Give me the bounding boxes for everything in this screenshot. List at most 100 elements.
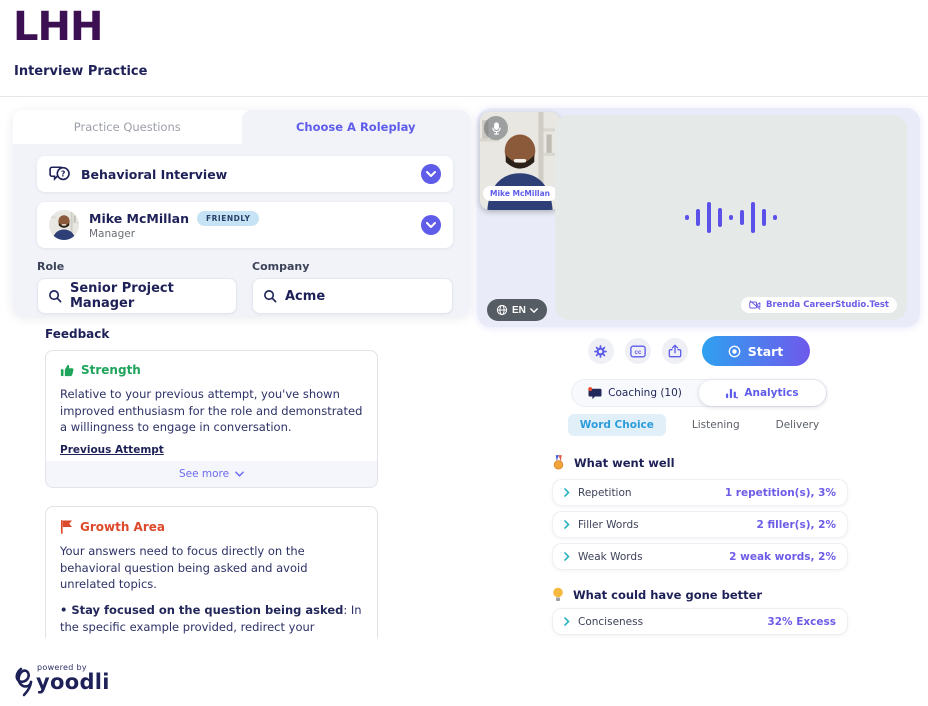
globe-icon	[496, 304, 508, 316]
scenario-expand-button[interactable]	[421, 164, 441, 184]
lightbulb-icon	[552, 587, 564, 602]
chevron-down-icon	[235, 471, 244, 477]
session-watermark: Brenda CareerStudio.Test	[741, 297, 897, 313]
tab-choose-roleplay[interactable]: Choose A Roleplay	[242, 110, 471, 144]
gone-better-label: What could have gone better	[573, 588, 762, 602]
search-icon	[263, 289, 277, 303]
persona-card[interactable]: Mike McMillan FRIENDLY Manager	[37, 202, 453, 248]
metric-value: 1 repetition(s), 3%	[725, 487, 836, 499]
chat-question-icon: ?	[49, 165, 71, 183]
tab-practice-questions-label: Practice Questions	[74, 120, 181, 134]
chevron-right-icon	[564, 488, 570, 497]
metric-label: Repetition	[578, 487, 717, 499]
company-input[interactable]: Acme	[252, 278, 453, 314]
roleplay-setup-body: ? Behavioral Interview Mike McMillan	[13, 144, 470, 316]
language-selector[interactable]: EN	[487, 299, 547, 321]
growth-area-card: Growth Area Your answers need to focus d…	[45, 506, 378, 638]
settings-button[interactable]	[588, 338, 614, 364]
metric-row-filler-words[interactable]: Filler Words 2 filler(s), 2%	[552, 511, 848, 538]
gear-icon	[593, 344, 608, 359]
start-button[interactable]: Start	[702, 336, 810, 366]
closed-captions-icon: cc	[630, 345, 646, 358]
went-well-header: What went well	[552, 455, 675, 470]
persona-expand-button[interactable]	[421, 215, 441, 235]
persona-friendly-badge: FRIENDLY	[197, 211, 259, 226]
metric-row-conciseness[interactable]: Conciseness 32% Excess	[552, 608, 848, 635]
metric-value: 2 filler(s), 2%	[756, 519, 836, 531]
persona-name: Mike McMillan	[89, 211, 189, 226]
video-panel: Mike McMillan Brenda CareerStudio.Test E…	[477, 108, 920, 327]
tab-analytics-label: Analytics	[744, 387, 798, 399]
strength-card: Strength Relative to your previous attem…	[45, 350, 378, 488]
feedback-heading: Feedback	[45, 327, 109, 341]
see-more-button[interactable]: See more	[46, 461, 377, 487]
subtab-delivery[interactable]: Delivery	[766, 414, 830, 436]
metric-row-weak-words[interactable]: Weak Words 2 weak words, 2%	[552, 543, 848, 570]
role-label: Role	[37, 260, 237, 273]
see-more-label: See more	[179, 468, 229, 480]
analytics-tab-bar: Coaching (10) Analytics	[477, 379, 920, 407]
subtab-word-choice[interactable]: Word Choice	[568, 414, 666, 436]
chevron-down-icon	[426, 222, 436, 228]
role-input[interactable]: Senior Project Manager	[37, 278, 237, 314]
flag-icon	[60, 519, 73, 534]
watermark-label: Brenda CareerStudio.Test	[766, 300, 889, 310]
tab-practice-questions[interactable]: Practice Questions	[13, 110, 242, 144]
role-company-fields: Role Senior Project Manager Company	[37, 260, 453, 314]
svg-text:cc: cc	[634, 349, 641, 356]
record-icon	[728, 345, 741, 358]
coaching-chat-icon	[588, 387, 602, 400]
tab-coaching-label: Coaching (10)	[608, 387, 682, 399]
metric-value: 32% Excess	[767, 616, 836, 628]
webcam-preview: Mike McMillan	[480, 112, 560, 210]
chevron-right-icon	[564, 552, 570, 561]
company-label: Company	[252, 260, 453, 273]
avatar	[49, 210, 79, 240]
powered-by-yoodli: powered by yoodli	[13, 658, 153, 702]
search-icon	[48, 289, 62, 303]
webcam-name-label: Mike McMillan	[483, 186, 557, 201]
medal-icon	[552, 455, 565, 470]
chevron-right-icon	[564, 520, 570, 529]
previous-attempt-link[interactable]: Previous Attempt	[60, 444, 164, 456]
yoodli-logo-icon	[13, 666, 37, 698]
growth-bullet: • Stay focused on the question being ask…	[60, 602, 363, 638]
tab-analytics[interactable]: Analytics	[699, 380, 826, 406]
growth-bullet-bold: • Stay focused on the question being ask…	[60, 603, 343, 617]
interview-practice-page: LHH Interview Practice Practice Question…	[0, 0, 928, 706]
tab-choose-roleplay-label: Choose A Roleplay	[296, 120, 416, 134]
bar-chart-icon	[725, 387, 738, 399]
role-value: Senior Project Manager	[70, 281, 226, 311]
share-button[interactable]	[662, 338, 688, 364]
metric-value: 2 weak words, 2%	[729, 551, 836, 563]
subtab-listening[interactable]: Listening	[682, 414, 750, 436]
chevron-down-icon	[530, 308, 538, 313]
start-label: Start	[748, 344, 784, 359]
session-controls: cc Start	[477, 336, 920, 366]
growth-body: Your answers need to focus directly on t…	[60, 543, 363, 593]
gone-better-header: What could have gone better	[552, 587, 762, 602]
growth-title: Growth Area	[80, 520, 165, 534]
yoodli-wordmark: yoodli	[36, 670, 110, 694]
metric-row-repetition[interactable]: Repetition 1 repetition(s), 3%	[552, 479, 848, 506]
tab-coaching[interactable]: Coaching (10)	[572, 380, 699, 406]
strength-body: Relative to your previous attempt, you'v…	[60, 386, 363, 436]
chevron-down-icon	[426, 171, 436, 177]
company-value: Acme	[285, 289, 325, 304]
setup-panel: Practice Questions Choose A Roleplay ? B…	[13, 110, 470, 316]
page-title: Interview Practice	[14, 64, 147, 79]
growth-card-clip: Growth Area Your answers need to focus d…	[45, 506, 380, 638]
metric-label: Weak Words	[578, 551, 721, 563]
audio-waveform-icon	[685, 202, 777, 233]
went-well-label: What went well	[574, 456, 675, 470]
captions-button[interactable]: cc	[625, 338, 651, 364]
svg-text:?: ?	[61, 169, 66, 179]
metric-label: Filler Words	[578, 519, 748, 531]
thumbs-up-icon	[60, 363, 74, 377]
analytics-subtabs: Word Choice Listening Delivery	[477, 414, 920, 436]
lhh-logo: LHH	[13, 4, 102, 50]
chevron-right-icon	[564, 617, 570, 626]
header-divider	[0, 96, 928, 97]
persona-text: Mike McMillan FRIENDLY Manager	[89, 211, 421, 240]
scenario-card[interactable]: ? Behavioral Interview	[37, 156, 453, 192]
